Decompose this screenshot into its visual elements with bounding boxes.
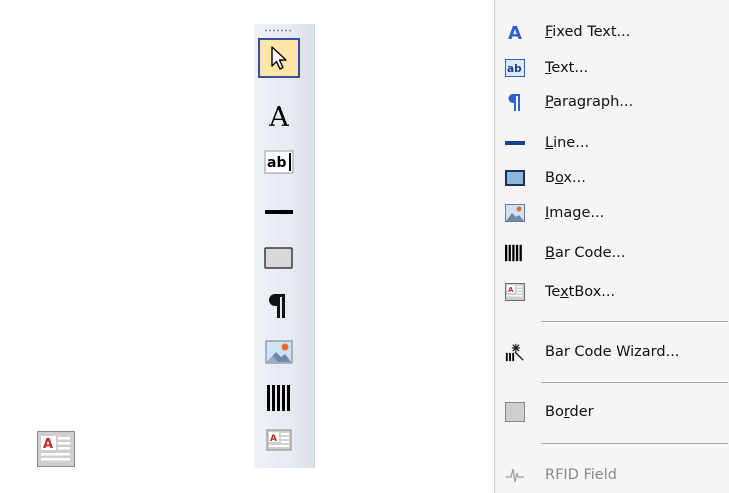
textbox-large-icon[interactable]: A [37, 431, 75, 467]
line-icon [265, 210, 293, 214]
menu-label: Border [545, 404, 594, 420]
menu-item-line[interactable]: Line... [495, 128, 729, 158]
menu-label: TextBox... [545, 284, 616, 300]
tool-box[interactable] [258, 238, 300, 278]
fixed-text-icon: A [505, 22, 525, 42]
screenshot-root: A A ab A A Fixed Text... ab Text... Para… [0, 0, 729, 493]
menu-label: Box... [545, 170, 586, 186]
border-icon [505, 402, 525, 422]
textbox-icon: A [266, 429, 292, 451]
svg-text:A: A [43, 437, 53, 452]
menu-item-image[interactable]: Image... [495, 198, 729, 228]
pointer-icon [271, 46, 287, 70]
menu-item-border[interactable]: Border [495, 397, 729, 427]
menu-item-textbox[interactable]: A TextBox... [495, 277, 729, 307]
tool-bar-code[interactable] [258, 378, 300, 418]
box-icon [264, 247, 293, 269]
tool-palette: A ab A [254, 24, 315, 468]
menu-item-bar-code-wizard[interactable]: Bar Code Wizard... [495, 337, 729, 367]
barcode-icon [505, 243, 525, 263]
menu-item-rfid-field[interactable]: RFID Field [495, 460, 729, 490]
svg-text:A: A [508, 23, 522, 42]
svg-text:A: A [508, 286, 514, 294]
menu-separator [541, 382, 728, 383]
text-field-icon: ab [264, 150, 294, 174]
tool-image[interactable] [258, 332, 300, 372]
svg-text:A: A [270, 434, 277, 444]
insert-menu: A Fixed Text... ab Text... Paragraph... [494, 0, 729, 493]
svg-text:ab: ab [507, 63, 522, 75]
menu-label: Image... [545, 205, 605, 221]
paragraph-icon [269, 294, 285, 318]
menu-label: Line... [545, 135, 590, 151]
tool-pointer[interactable] [258, 38, 300, 78]
menu-label: Bar Code... [545, 245, 626, 261]
tool-text-field[interactable]: ab [258, 142, 300, 182]
textbox-icon: A [505, 282, 525, 302]
menu-item-text[interactable]: ab Text... [495, 53, 729, 83]
rfid-icon [505, 465, 525, 485]
fixed-text-icon: A [268, 102, 289, 131]
tool-paragraph[interactable] [258, 286, 300, 326]
image-icon [265, 340, 293, 364]
svg-text:ab: ab [267, 155, 286, 171]
menu-item-bar-code[interactable]: Bar Code... [495, 238, 729, 268]
menu-item-box[interactable]: Box... [495, 163, 729, 193]
palette-grip-handle[interactable] [264, 29, 292, 32]
svg-text:A: A [268, 102, 289, 131]
menu-label: Text... [545, 60, 589, 76]
menu-separator [541, 321, 728, 322]
barcode-icon [267, 385, 290, 411]
text-field-icon: ab [505, 58, 525, 78]
menu-label: Fixed Text... [545, 24, 631, 40]
image-icon [505, 203, 525, 223]
paragraph-icon [505, 92, 525, 112]
tool-fixed-text[interactable]: A [258, 96, 300, 136]
menu-label: RFID Field [545, 467, 617, 483]
menu-label: Paragraph... [545, 94, 634, 110]
menu-item-fixed-text[interactable]: A Fixed Text... [495, 17, 729, 47]
menu-label: Bar Code Wizard... [545, 344, 680, 360]
menu-item-paragraph[interactable]: Paragraph... [495, 87, 729, 117]
barcode-wizard-icon [505, 342, 525, 362]
line-icon [505, 133, 525, 153]
menu-separator [541, 443, 728, 444]
tool-line[interactable] [258, 192, 300, 232]
tool-textbox[interactable]: A [258, 420, 300, 460]
box-icon [505, 168, 525, 188]
